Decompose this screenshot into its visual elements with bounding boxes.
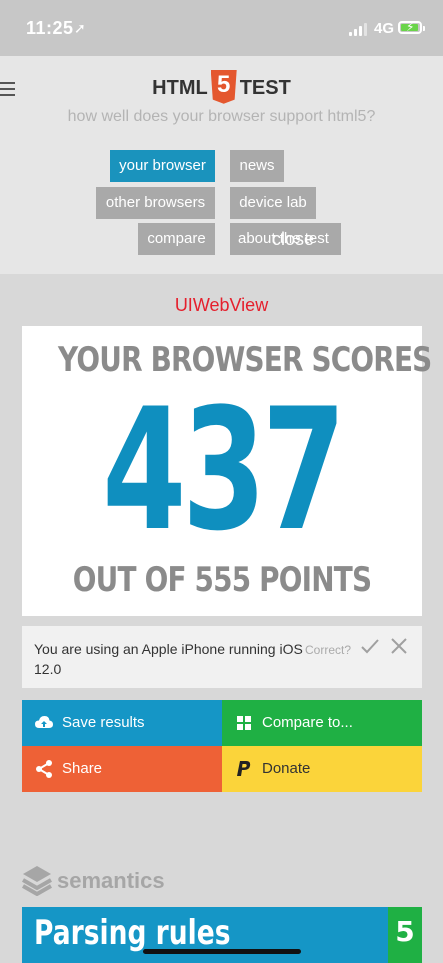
location-arrow-icon: ➚ bbox=[74, 20, 86, 36]
donate-label: Donate bbox=[262, 760, 311, 777]
status-bar: 11:25 ➚ 4G ⚡ bbox=[0, 0, 443, 56]
nav-compare[interactable]: compare bbox=[138, 223, 215, 255]
page-title: UIWebView bbox=[174, 295, 269, 315]
share-label: Share bbox=[62, 760, 103, 777]
share-icon bbox=[36, 760, 52, 778]
close-overlay-text[interactable]: close bbox=[272, 223, 314, 255]
site-header: HTML 5 TEST how well does your browser sup… bbox=[0, 56, 443, 274]
score-max: OUT OF 555 POINTS bbox=[72, 560, 372, 600]
cloud-upload-icon bbox=[35, 716, 53, 728]
html5-shield-icon: 5 bbox=[210, 69, 237, 104]
score-value: 437 bbox=[102, 372, 346, 568]
home-indicator[interactable] bbox=[143, 949, 301, 954]
status-time: 11:25 bbox=[26, 18, 74, 38]
compare-to-button[interactable]: Compare to... bbox=[222, 700, 422, 746]
layers-icon bbox=[22, 866, 52, 896]
parsing-rules-score: 5 bbox=[388, 907, 422, 963]
device-info: You are using an Apple iPhone running iO… bbox=[22, 626, 422, 688]
share-button[interactable]: Share bbox=[22, 746, 222, 792]
nav-your-browser[interactable]: your browser bbox=[110, 150, 215, 182]
nav-news[interactable]: news bbox=[230, 150, 284, 182]
nav-about-the-test[interactable]: about the test close bbox=[230, 223, 341, 255]
network-type: 4G bbox=[374, 20, 395, 37]
grid-icon bbox=[237, 716, 251, 730]
nav-device-lab[interactable]: device lab bbox=[230, 187, 316, 219]
logo-text-test: TEST bbox=[239, 77, 291, 99]
compare-to-label: Compare to... bbox=[262, 714, 353, 731]
donate-button[interactable]: Donate bbox=[222, 746, 422, 792]
paypal-icon bbox=[237, 761, 251, 776]
device-text: You are using an Apple iPhone running iO… bbox=[34, 641, 303, 677]
section-label: semantics bbox=[57, 868, 165, 893]
score-card: YOUR BROWSER SCORES 437 OUT OF 555 POINT… bbox=[22, 326, 432, 616]
check-icon[interactable] bbox=[360, 636, 380, 656]
parsing-rules-label: Parsing rules bbox=[34, 913, 231, 953]
save-results-label: Save results bbox=[62, 714, 145, 731]
tagline: how well does your browser support html5… bbox=[67, 108, 376, 125]
site-logo[interactable]: HTML 5 TEST bbox=[0, 69, 443, 106]
battery-icon: ⚡ bbox=[398, 20, 425, 34]
signal-icon bbox=[349, 22, 369, 36]
close-icon[interactable] bbox=[390, 637, 408, 655]
nav-other-browsers[interactable]: other browsers bbox=[96, 187, 215, 219]
save-results-button[interactable]: Save results bbox=[22, 700, 222, 746]
parsing-rules-row[interactable]: Parsing rules bbox=[22, 907, 388, 963]
logo-text-html: HTML bbox=[152, 77, 208, 99]
correct-label: Correct? bbox=[305, 643, 352, 657]
